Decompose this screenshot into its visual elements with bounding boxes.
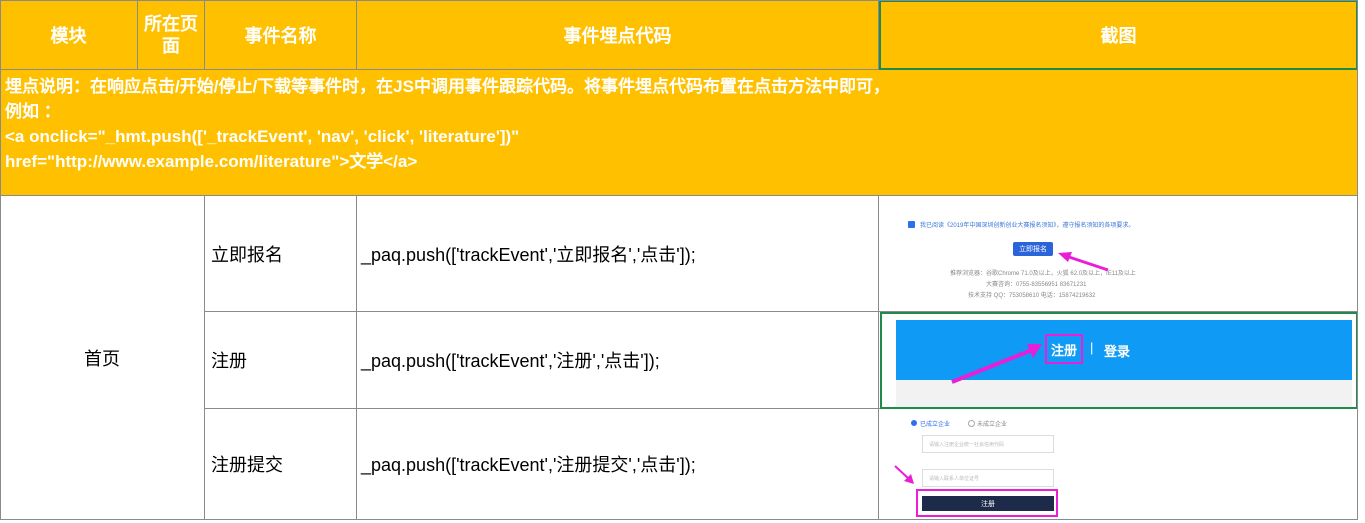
event-name: 注册提交 — [211, 455, 283, 475]
event-name-cell[interactable]: 立即报名 — [205, 196, 357, 312]
event-code-cell[interactable]: _paq.push(['trackEvent','注册提交','点击']); — [357, 409, 879, 520]
header-event-name-label: 事件名称 — [244, 25, 317, 46]
event-name: 注册 — [211, 351, 247, 371]
screenshot-form: 已成立企业 未成立企业 请输入注册企业统一社会信用代码 请输入联系人单位证号 注… — [882, 411, 1356, 518]
event-code-cell[interactable]: _paq.push(['trackEvent','立即报名','点击']); — [357, 196, 879, 312]
screenshot-banner: 注册 | 登录 — [880, 312, 1358, 409]
arrow-icon — [951, 344, 1042, 384]
module-name: 首页 — [84, 348, 120, 369]
note-line-4: href="http://www.example.com/literature"… — [5, 152, 418, 171]
event-code: _paq.push(['trackEvent','注册','点击']); — [361, 351, 660, 371]
header-module-label: 模块 — [50, 25, 87, 46]
header-page-label-2: 面 — [162, 35, 180, 56]
screenshot-signup: 我已阅读《2019年中国深圳创新创业大赛报名须知》，遵守报名须知的各项要求。 立… — [882, 200, 1356, 308]
event-name: 立即报名 — [211, 244, 283, 265]
tracking-note[interactable]: 埋点说明：在响应点击/开始/停止/下载等事件时，在JS中调用事件跟踪代码。将事件… — [0, 70, 1358, 196]
spreadsheet: 模块 所在页 面 事件名称 事件埋点代码 截图 埋点说明：在响应点击/开始/停止… — [0, 0, 1365, 523]
header-event-code[interactable]: 事件埋点代码 — [357, 0, 879, 70]
note-line-2: 例如 ： — [5, 102, 61, 121]
header-screenshot-label: 截图 — [1100, 26, 1137, 46]
header-page[interactable]: 所在页 面 — [138, 0, 205, 70]
event-code-cell[interactable]: _paq.push(['trackEvent','注册','点击']); — [357, 312, 879, 409]
header-page-label-1: 所在页 — [144, 13, 198, 34]
header-screenshot[interactable]: 截图 — [879, 0, 1358, 70]
arrow-icon — [894, 465, 914, 484]
header-module[interactable]: 模块 — [0, 0, 138, 70]
arrow-icon — [1058, 252, 1109, 272]
header-event-name[interactable]: 事件名称 — [205, 0, 357, 70]
header-event-code-label: 事件埋点代码 — [563, 25, 672, 46]
event-name-cell[interactable]: 注册 — [205, 312, 357, 409]
event-code: _paq.push(['trackEvent','立即报名','点击']); — [361, 244, 696, 265]
event-code: _paq.push(['trackEvent','注册提交','点击']); — [361, 455, 696, 475]
note-line-1: 埋点说明：在响应点击/开始/停止/下载等事件时，在JS中调用事件跟踪代码。将事件… — [5, 77, 890, 96]
note-line-3: <a onclick="_hmt.push(['_trackEvent', 'n… — [5, 127, 520, 146]
event-name-cell[interactable]: 注册提交 — [205, 409, 357, 520]
module-cell[interactable]: 首页 — [0, 196, 205, 520]
